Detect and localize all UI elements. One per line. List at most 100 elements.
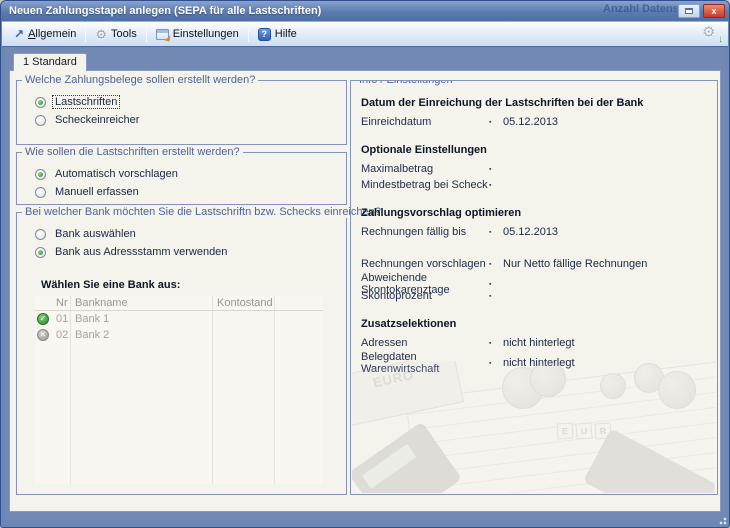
info-row-mindestbetrag-bei-scheck: Mindestbetrag bei Scheck▪ — [361, 177, 707, 193]
radio-option-lastschriften[interactable]: Lastschriften — [35, 93, 338, 111]
card-graphic — [583, 428, 716, 493]
left-column: Welche Zahlungsbelege sollen erstellt we… — [16, 80, 347, 502]
column-header: Nr — [51, 297, 70, 309]
resize-grip[interactable] — [718, 516, 727, 525]
info-value: nicht hinterlegt — [503, 357, 707, 369]
info-row-adressen: Adressen▪nicht hinterlegt — [361, 335, 707, 351]
coin-icon — [600, 373, 626, 399]
info-sections: Datum der Einreichung der Lastschriften … — [361, 97, 707, 367]
group-bankauswahl-options: Bank auswählen Bank aus Adressstamm verwe… — [25, 225, 338, 261]
radio-unselected[interactable] — [35, 187, 46, 198]
section-heading: Zahlungsvorschlag optimieren — [361, 207, 707, 219]
window-controls: x — [678, 4, 725, 18]
info-row-abweichende-skontokarenztage: Abweichende Skontokarenztage▪ — [361, 272, 707, 288]
export-button[interactable]: ⚙ ↓ — [702, 25, 722, 43]
info-row-einreichdatum: Einreichdatum▪05.12.2013 — [361, 114, 707, 130]
bullet-separator-icon: ▪ — [489, 360, 503, 367]
info-row-belegdaten-warenwirtschaft: Belegdaten Warenwirtschaft▪nicht hinterl… — [361, 351, 707, 367]
toolbar-items: ↗Allgemein ⚙ Tools Einstellungen? Hilfe — [8, 26, 303, 43]
bank-table-caption: Wählen Sie eine Bank aus: — [41, 279, 338, 291]
group-erstellart-options: Automatisch vorschlagen Manuell erfassen — [25, 165, 338, 201]
group-zahlungsbelege: Welche Zahlungsbelege sollen erstellt we… — [16, 80, 347, 145]
group-erstellart: Wie sollen die Lastschriften erstellt we… — [16, 152, 347, 205]
table-row[interactable]: ✕02Bank 2 — [35, 327, 323, 343]
toolbar-button-tools[interactable]: ⚙ Tools — [89, 26, 142, 43]
status-cell: ✓ — [35, 313, 51, 325]
radio-label: Bank auswählen — [53, 228, 138, 240]
radio-selected[interactable] — [35, 247, 46, 258]
radio-label: Scheckeinreicher — [53, 114, 141, 126]
bank-table-header: NrBanknameKontostand € — [35, 296, 323, 311]
toolbar-button-label: Tools — [111, 28, 137, 40]
bullet-separator-icon: ▪ — [489, 293, 503, 300]
calculator-graphic — [352, 422, 462, 493]
radio-selected[interactable] — [35, 97, 46, 108]
restore-icon — [685, 8, 693, 14]
radio-option-scheckeinreicher[interactable]: Scheckeinreicher — [35, 111, 338, 129]
group-bankauswahl-legend: Bei welcher Bank möchten Sie die Lastsch… — [22, 206, 384, 218]
info-value: 05.12.2013 — [503, 116, 707, 128]
letter-tile: U — [575, 422, 592, 439]
coin-icon — [658, 371, 696, 409]
toolbar-separator — [85, 26, 86, 42]
tab-page: Welche Zahlungsbelege sollen erstellt we… — [9, 70, 721, 512]
radio-label: Automatisch vorschlagen — [53, 168, 180, 180]
info-label: Rechnungen fällig bis — [361, 226, 489, 238]
cell-bankname: Bank 2 — [70, 329, 212, 341]
info-row-rechnungen-f-llig-bis: Rechnungen fällig bis▪05.12.2013 — [361, 224, 707, 240]
radio-unselected[interactable] — [35, 115, 46, 126]
status-cell: ✕ — [35, 329, 51, 341]
bullet-separator-icon: ▪ — [489, 340, 503, 347]
window-content: 1 Standard Welche Zahlungsbelege sollen … — [5, 48, 725, 519]
cell-nr: 02 — [51, 329, 70, 341]
radio-label: Bank aus Adressstamm verwenden — [53, 246, 229, 258]
cell-bankname: Bank 1 — [70, 313, 212, 325]
radio-option-automatisch-vorschlagen[interactable]: Automatisch vorschlagen — [35, 165, 338, 183]
info-label: Rechnungen vorschlagen — [361, 258, 489, 270]
coin-icon — [502, 367, 544, 409]
toolbar-separator — [146, 26, 147, 42]
radio-option-manuell-erfassen[interactable]: Manuell erfassen — [35, 183, 338, 201]
toolbar-button-label: Hilfe — [275, 28, 297, 40]
titlebar[interactable]: Neuen Zahlungsstapel anlegen (SEPA für a… — [1, 1, 729, 21]
toolbar-button-einstellungen[interactable]: Einstellungen — [150, 26, 245, 42]
group-bankauswahl: Bei welcher Bank möchten Sie die Lastsch… — [16, 212, 347, 495]
section-heading: Datum der Einreichung der Lastschriften … — [361, 97, 707, 109]
group-erstellart-legend: Wie sollen die Lastschriften erstellt we… — [22, 146, 243, 158]
close-button[interactable]: x — [703, 4, 725, 18]
settings-window-icon — [156, 29, 169, 40]
radio-option-bank-ausw-hlen[interactable]: Bank auswählen — [35, 225, 338, 243]
green-arrow-icon: ↓ — [718, 34, 723, 45]
info-row-rechnungen-vorschlagen: Rechnungen vorschlagen▪Nur Netto fällige… — [361, 256, 707, 272]
table-row[interactable]: ✓01Bank 1 — [35, 311, 323, 327]
radio-option-bank-aus-adressstamm-verwenden[interactable]: Bank aus Adressstamm verwenden — [35, 243, 338, 261]
bullet-separator-icon: ▪ — [489, 182, 503, 189]
tab-strip: 1 Standard — [9, 52, 721, 71]
toolbar-button-allgemein[interactable]: ↗Allgemein — [8, 26, 82, 42]
info-label: Mindestbetrag bei Scheck — [361, 179, 489, 191]
close-icon: x — [711, 7, 716, 16]
radio-label: Lastschriften — [53, 96, 119, 108]
info-label: Maximalbetrag — [361, 163, 489, 175]
toolbar-button-label: Einstellungen — [173, 28, 239, 40]
section-heading: Optionale Einstellungen — [361, 144, 707, 156]
group-zahlungsbelege-options: Lastschriften Scheckeinreicher — [25, 93, 338, 129]
toolbar: ↗Allgemein ⚙ Tools Einstellungen? Hilfe ⚙ ↓ — [2, 21, 728, 47]
toolbar-separator — [248, 26, 249, 42]
radio-unselected[interactable] — [35, 229, 46, 240]
cell-nr: 01 — [51, 313, 70, 325]
arrow-up-right-icon: ↗ — [14, 28, 24, 40]
radio-selected[interactable] — [35, 169, 46, 180]
info-value: Nur Netto fällige Rechnungen — [503, 258, 707, 270]
tab-standard[interactable]: 1 Standard — [13, 53, 87, 71]
check-icon: ✓ — [37, 313, 49, 325]
section-heading: Zusatzselektionen — [361, 318, 707, 330]
restore-button[interactable] — [678, 4, 700, 18]
info-value: nicht hinterlegt — [503, 337, 707, 349]
bullet-separator-icon: ▪ — [489, 229, 503, 236]
toolbar-button-hilfe[interactable]: ? Hilfe — [252, 26, 303, 43]
info-row-skontoprozent: Skontoprozent▪ — [361, 288, 707, 304]
bullet-separator-icon: ▪ — [489, 166, 503, 173]
help-icon: ? — [258, 28, 271, 41]
gears-icon: ⚙ — [95, 28, 107, 41]
